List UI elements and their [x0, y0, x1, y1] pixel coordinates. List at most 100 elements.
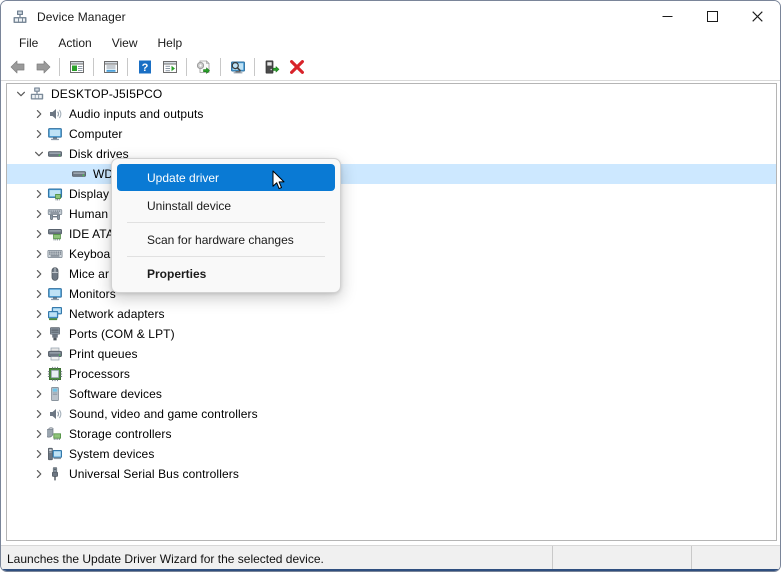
update-driver-icon[interactable]: [191, 55, 216, 79]
context-menu-item-properties[interactable]: Properties: [117, 260, 335, 287]
computer-node-icon: [29, 86, 45, 102]
chevron-right-icon[interactable]: [31, 206, 47, 222]
tree-item-label: System devices: [69, 447, 155, 461]
tree-item-computer[interactable]: Computer: [7, 124, 776, 144]
close-button[interactable]: [735, 1, 780, 32]
forward-arrow-icon[interactable]: [30, 55, 55, 79]
tree-item-label: Sound, video and game controllers: [69, 407, 258, 421]
context-menu-separator: [127, 256, 325, 257]
svg-text:?: ?: [141, 62, 148, 74]
speaker-icon: [47, 106, 63, 122]
tree-item-universal-serial-bus-controllers[interactable]: Universal Serial Bus controllers: [7, 464, 776, 484]
chevron-right-icon[interactable]: [31, 446, 47, 462]
chevron-right-icon[interactable]: [31, 466, 47, 482]
context-menu-item-scan-for-hardware-changes[interactable]: Scan for hardware changes: [117, 226, 335, 253]
tree-item-label: DESKTOP-J5I5PCO: [51, 87, 163, 101]
disk-drive-icon: [47, 146, 63, 162]
menu-file[interactable]: File: [9, 34, 48, 52]
chevron-right-icon[interactable]: [31, 426, 47, 442]
tree-item-label: Computer: [69, 127, 123, 141]
uninstall-device-icon[interactable]: [284, 55, 309, 79]
tree-item-ports-com-and-lpt[interactable]: Ports (COM & LPT): [7, 324, 776, 344]
menu-view[interactable]: View: [102, 34, 148, 52]
chevron-right-icon[interactable]: [31, 386, 47, 402]
tree-item-audio-inputs-and-outputs[interactable]: Audio inputs and outputs: [7, 104, 776, 124]
view-icon[interactable]: [157, 55, 182, 79]
show-hide-console-tree-icon[interactable]: [64, 55, 89, 79]
context-menu-separator: [127, 222, 325, 223]
tree-item-label: Audio inputs and outputs: [69, 107, 204, 121]
tree-item-network-adapters[interactable]: Network adapters: [7, 304, 776, 324]
context-menu: Update driver Uninstall device Scan for …: [111, 158, 341, 293]
status-pane-secondary: [553, 546, 692, 571]
system-device-icon: [47, 446, 63, 462]
chevron-right-icon[interactable]: [31, 106, 47, 122]
tree-item-label: Processors: [69, 367, 131, 381]
tree-item-label: Monitors: [69, 287, 116, 301]
tree-item-label: IDE ATA: [69, 227, 114, 241]
chevron-right-icon[interactable]: [31, 326, 47, 342]
monitor-icon: [47, 126, 63, 142]
processor-icon: [47, 366, 63, 382]
tree-item-label: Software devices: [69, 387, 162, 401]
monitor-icon: [47, 286, 63, 302]
tree-item-label: Network adapters: [69, 307, 165, 321]
chevron-right-icon[interactable]: [31, 306, 47, 322]
maximize-icon: [707, 11, 718, 22]
chevron-right-icon[interactable]: [31, 346, 47, 362]
tree-item-sound-video-and-game-controllers[interactable]: Sound, video and game controllers: [7, 404, 776, 424]
chevron-right-icon[interactable]: [31, 246, 47, 262]
status-message: Launches the Update Driver Wizard for th…: [1, 546, 553, 571]
status-bar: Launches the Update Driver Wizard for th…: [1, 545, 780, 571]
device-manager-window: Device Manager File Action View Help ? D…: [0, 0, 781, 572]
tree-item-label: Universal Serial Bus controllers: [69, 467, 239, 481]
tree-item-storage-controllers[interactable]: Storage controllers: [7, 424, 776, 444]
chevron-right-icon[interactable]: [31, 286, 47, 302]
tree-item-label: Storage controllers: [69, 427, 172, 441]
display-adapter-icon: [47, 186, 63, 202]
scan-for-hardware-changes-icon[interactable]: [225, 55, 250, 79]
maximize-button[interactable]: [690, 1, 735, 32]
back-arrow-icon[interactable]: [5, 55, 30, 79]
minimize-button[interactable]: [645, 1, 690, 32]
chevron-right-icon[interactable]: [31, 186, 47, 202]
window-title: Device Manager: [37, 9, 126, 24]
chevron-right-icon[interactable]: [31, 226, 47, 242]
tree-item-label: Display: [69, 187, 110, 201]
tree-item-label: Human: [69, 207, 109, 221]
tree-item-system-devices[interactable]: System devices: [7, 444, 776, 464]
help-icon[interactable]: ?: [132, 55, 157, 79]
disk-drive-icon: [71, 166, 87, 182]
software-device-icon: [47, 386, 63, 402]
chevron-right-icon[interactable]: [31, 126, 47, 142]
close-icon: [752, 11, 763, 22]
storage-controller-icon: [44, 426, 63, 442]
toolbar-separator: [186, 58, 187, 76]
context-menu-item-update-driver[interactable]: Update driver: [117, 164, 335, 191]
toolbar-separator: [254, 58, 255, 76]
toolbar-separator: [93, 58, 94, 76]
chevron-right-icon[interactable]: [31, 366, 47, 382]
toolbar-separator: [59, 58, 60, 76]
tree-item-print-queues[interactable]: Print queues: [7, 344, 776, 364]
chevron-right-icon[interactable]: [31, 266, 47, 282]
context-menu-item-uninstall-device[interactable]: Uninstall device: [117, 192, 335, 219]
chevron-down-icon[interactable]: [31, 146, 47, 162]
network-adapter-icon: [47, 306, 63, 322]
tree-item-desktop-root[interactable]: DESKTOP-J5I5PCO: [7, 84, 776, 104]
tree-item-processors[interactable]: Processors: [7, 364, 776, 384]
enable-device-icon[interactable]: [259, 55, 284, 79]
menu-help[interactable]: Help: [148, 34, 193, 52]
menu-action[interactable]: Action: [48, 34, 101, 52]
tree-item-software-devices[interactable]: Software devices: [7, 384, 776, 404]
toolbar-separator: [220, 58, 221, 76]
properties-icon[interactable]: [98, 55, 123, 79]
minimize-icon: [662, 16, 673, 17]
title-bar: Device Manager: [1, 1, 780, 32]
toolbar-separator: [127, 58, 128, 76]
chevron-right-icon[interactable]: [31, 406, 47, 422]
chevron-down-icon[interactable]: [13, 86, 29, 102]
tree-item-label: Keyboa: [69, 247, 111, 261]
device-tree[interactable]: DESKTOP-J5I5PCO Audio inputs and outputs: [6, 83, 777, 541]
